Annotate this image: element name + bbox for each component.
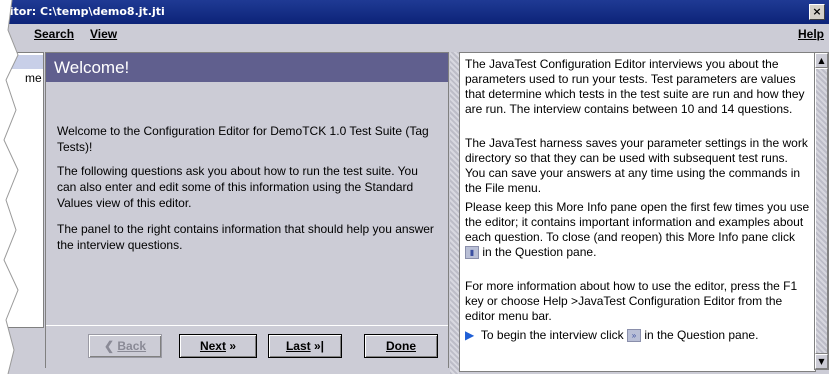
question-paragraph: Welcome to the Configuration Editor for … — [57, 124, 429, 154]
info-paragraph: The JavaTest Configuration Editor interv… — [465, 57, 805, 116]
menu-search-label: Search — [34, 27, 75, 41]
menu-bar: Search View Help — [0, 24, 829, 44]
menu-help[interactable]: Help — [798, 27, 824, 41]
configuration-editor-window: litor: C:\temp\demo8.jt.jti × Search Vie… — [0, 0, 829, 374]
pointer-arrow-icon: ▶ — [465, 328, 475, 342]
info-paragraph: The JavaTest harness saves your paramete… — [465, 136, 808, 195]
back-button-label: Back — [117, 339, 147, 353]
next-button[interactable]: Next » — [179, 334, 257, 358]
next-button-label: Next — [199, 339, 226, 353]
more-info-toggle-icon: ▮ — [465, 246, 479, 260]
question-pane: Welcome! Welcome to the Configuration Ed… — [45, 52, 449, 368]
menu-search[interactable]: Search — [34, 27, 74, 41]
back-button[interactable]: ❮ Back — [88, 334, 162, 358]
done-button-label: Done — [386, 339, 416, 353]
menu-view[interactable]: View — [90, 27, 117, 41]
last-arrow-icon: »| — [314, 339, 325, 353]
torn-edge-decoration — [0, 0, 19, 374]
scroll-up-icon[interactable]: ▲ — [815, 53, 828, 68]
info-text: To begin the interview click — [480, 328, 627, 342]
back-arrow-icon: ❮ — [103, 339, 115, 353]
info-scrollbar[interactable]: ▲ ▼ — [814, 52, 829, 370]
info-paragraph: Please keep this More Info pane open the… — [465, 200, 810, 260]
navigation-button-bar: ❮ Back Next » Last »| Done — [46, 325, 448, 368]
title-bar: litor: C:\temp\demo8.jt.jti × — [0, 0, 829, 24]
info-text: in the Question pane. — [479, 245, 597, 259]
scroll-down-icon[interactable]: ▼ — [815, 354, 828, 369]
question-paragraph: The following questions ask you about ho… — [57, 164, 418, 210]
question-title: Welcome! — [46, 53, 448, 82]
more-info-pane: The JavaTest Configuration Editor interv… — [459, 52, 816, 372]
question-paragraph: The panel to the right contains informat… — [57, 222, 434, 252]
window-title: litor: C:\temp\demo8.jt.jti — [6, 5, 165, 18]
split-pane-divider[interactable] — [450, 52, 459, 374]
question-list-label: me — [25, 71, 42, 85]
last-button[interactable]: Last »| — [268, 334, 342, 358]
done-button[interactable]: Done — [364, 334, 438, 358]
info-paragraph: For more information about how to use th… — [465, 279, 798, 323]
info-text: in the Question pane. — [640, 328, 759, 342]
last-button-label: Last — [285, 339, 311, 353]
info-text: Please keep this More Info pane open the… — [465, 200, 810, 244]
next-arrow-icon: » — [229, 339, 237, 353]
info-paragraph: ▶ To begin the interview click » in the … — [465, 328, 810, 343]
close-icon[interactable]: × — [809, 4, 825, 20]
question-text: Welcome to the Configuration Editor for … — [47, 83, 447, 323]
next-button-icon: » — [626, 329, 641, 343]
scrollbar-thumb[interactable] — [815, 68, 828, 354]
menu-view-label: View — [90, 27, 118, 41]
menu-help-label: Help — [798, 27, 825, 41]
